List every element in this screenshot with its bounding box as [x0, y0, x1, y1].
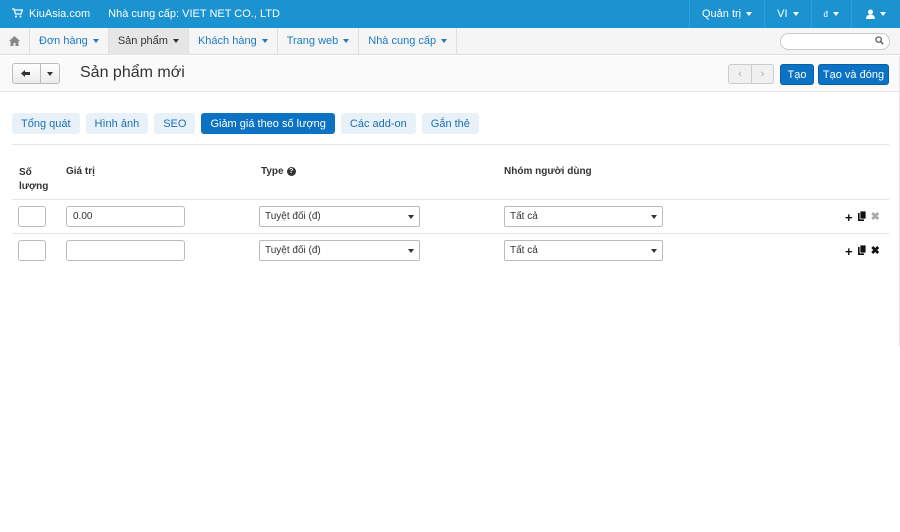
tab-addons[interactable]: Các add-on — [340, 113, 416, 134]
chevron-down-icon — [408, 249, 414, 253]
nav-vendors-label: Nhà cung cấp — [368, 35, 437, 47]
chevron-down-icon — [441, 39, 448, 43]
vendor-label[interactable]: Nhà cung cấp: VIET NET CO., LTD — [108, 8, 280, 20]
brand-link[interactable]: KiuAsia.com — [12, 7, 91, 21]
header-quantity-line2: lượng — [19, 181, 49, 192]
type-select-value: Tuyệt đối (đ) — [265, 211, 321, 222]
clone-icon[interactable] — [857, 244, 866, 258]
header-value: Giá trị — [66, 166, 95, 177]
chevron-down-icon — [343, 39, 350, 43]
nav-website-label: Trang web — [286, 35, 339, 47]
header-quantity-line1: Số — [19, 167, 32, 178]
chevron-down-icon — [651, 249, 657, 253]
top-bar: KiuAsia.com Nhà cung cấp: VIET NET CO., … — [0, 0, 900, 28]
question-icon[interactable]: ? — [286, 166, 296, 176]
chevron-down-icon — [47, 71, 53, 76]
type-select[interactable]: Tuyệt đối (đ) — [259, 240, 420, 261]
brand-label: KiuAsia.com — [29, 8, 91, 20]
page-title: Sản phẩm mới — [80, 64, 185, 81]
chevron-down-icon — [746, 12, 753, 16]
admin-menu[interactable]: Quản trị — [689, 0, 764, 28]
quantity-input[interactable] — [18, 206, 46, 227]
home-icon[interactable] — [0, 27, 30, 55]
prev-next-buttons: ‹ › — [728, 64, 774, 84]
chevron-down-icon — [408, 215, 414, 219]
admin-menu-label: Quản trị — [702, 8, 742, 20]
tab-images[interactable]: Hình ảnh — [85, 113, 149, 134]
tab-quantity-discounts[interactable]: Giảm giá theo số lượng — [201, 113, 335, 134]
user-group-select[interactable]: Tất cả — [504, 206, 663, 227]
user-group-select[interactable]: Tất cả — [504, 240, 663, 261]
value-input[interactable]: 0.00 — [66, 206, 185, 227]
quantity-input[interactable] — [18, 240, 46, 261]
chevron-down-icon — [92, 39, 99, 43]
header-type: Type? — [261, 166, 296, 177]
search-icon[interactable] — [875, 36, 884, 45]
row-actions: + ✖ — [840, 244, 880, 258]
row-divider — [12, 199, 889, 200]
chevron-down-icon — [833, 12, 839, 16]
divider — [12, 144, 889, 145]
nav-orders[interactable]: Đơn hàng — [30, 27, 109, 55]
currency-label: đ — [823, 9, 828, 19]
user-icon — [866, 9, 875, 19]
header-type-label: Type — [261, 166, 284, 177]
cart-icon — [12, 7, 24, 21]
tab-seo[interactable]: SEO — [154, 113, 196, 134]
nav-orders-label: Đơn hàng — [39, 35, 88, 47]
search-input[interactable] — [780, 33, 890, 50]
language-label: VI — [777, 8, 788, 20]
create-button[interactable]: Tạo — [780, 64, 814, 85]
nav-vendors[interactable]: Nhà cung cấp — [359, 27, 458, 55]
tab-tags[interactable]: Gắn thẻ — [421, 113, 479, 134]
type-select[interactable]: Tuyệt đối (đ) — [259, 206, 420, 227]
product-tabs: Tổng quát Hình ảnh SEO Giảm giá theo số … — [12, 113, 485, 134]
undo-icon — [21, 69, 30, 77]
language-menu[interactable]: VI — [764, 0, 810, 28]
delete-icon[interactable]: ✖ — [871, 246, 880, 257]
title-bar: Sản phẩm mới ‹ › Tạo Tạo và đóng — [0, 56, 900, 92]
chevron-down-icon — [880, 12, 886, 16]
back-button-group — [12, 63, 60, 84]
user-group-select-value: Tất cả — [510, 211, 538, 222]
currency-menu[interactable]: đ — [810, 0, 851, 28]
back-button[interactable] — [13, 64, 41, 83]
chevron-down-icon — [792, 12, 799, 16]
back-dropdown-button[interactable] — [41, 64, 59, 83]
value-input[interactable] — [66, 240, 185, 261]
nav-customers-label: Khách hàng — [197, 35, 257, 47]
nav-customers[interactable]: Khách hàng — [189, 27, 278, 55]
nav-products-label: Sản phẩm — [117, 35, 168, 47]
create-and-close-button[interactable]: Tạo và đóng — [818, 64, 889, 85]
chevron-down-icon — [261, 39, 268, 43]
clone-icon[interactable] — [857, 210, 866, 224]
main-nav: Đơn hàng Sản phẩm Khách hàng Trang web N… — [0, 27, 900, 55]
header-user-group: Nhóm người dùng — [504, 166, 592, 177]
type-select-value: Tuyệt đối (đ) — [265, 245, 321, 256]
plus-icon[interactable]: + — [845, 211, 853, 224]
header-quantity: Số lượng — [19, 166, 48, 194]
tab-general[interactable]: Tổng quát — [12, 113, 80, 134]
next-icon[interactable]: › — [751, 65, 773, 83]
user-menu[interactable] — [851, 0, 900, 28]
user-group-select-value: Tất cả — [510, 245, 538, 256]
delete-icon: ✖ — [870, 211, 880, 223]
row-divider — [12, 233, 889, 234]
row-actions: + ✖ — [840, 210, 880, 224]
chevron-down-icon — [651, 215, 657, 219]
prev-icon[interactable]: ‹ — [729, 65, 751, 83]
plus-icon[interactable]: + — [845, 245, 853, 258]
nav-website[interactable]: Trang web — [278, 27, 360, 55]
chevron-down-icon — [172, 39, 179, 43]
nav-products[interactable]: Sản phẩm — [108, 27, 189, 55]
